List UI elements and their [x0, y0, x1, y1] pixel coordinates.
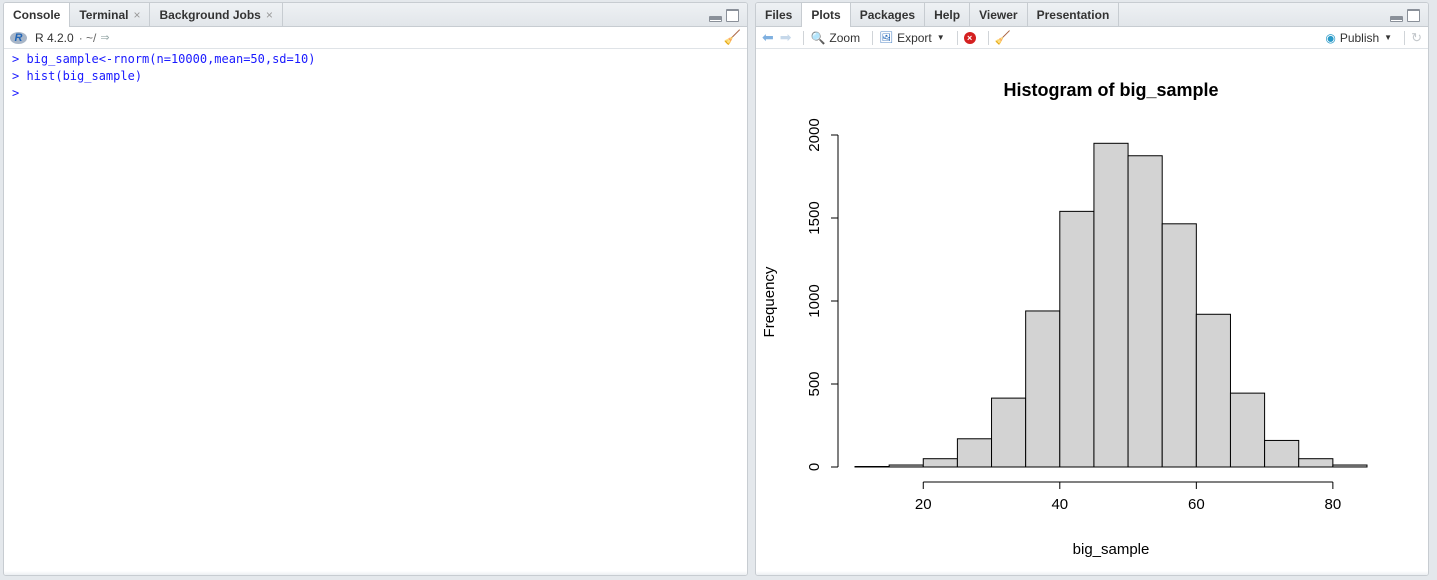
forward-arrow-icon[interactable]: ➡	[780, 29, 792, 46]
clear-console-broom-icon[interactable]: 🧹	[724, 29, 741, 46]
close-icon[interactable]: ×	[266, 8, 273, 22]
x-tick-label: 40	[1051, 496, 1068, 513]
tab-terminal[interactable]: Terminal ×	[70, 3, 151, 26]
publish-icon: ◉	[1325, 30, 1336, 45]
minimize-icon[interactable]	[1390, 16, 1403, 22]
x-tick-label: 80	[1325, 496, 1342, 513]
chart-title: Histogram of big_sample	[1003, 80, 1218, 100]
histogram-bar	[922, 458, 958, 468]
back-arrow-icon[interactable]: ⬅	[762, 29, 774, 46]
histogram-bar	[1264, 439, 1300, 468]
viewer-tabbar: Files Plots Packages Help Viewer Present…	[756, 3, 1428, 27]
histogram-bar	[1127, 155, 1163, 468]
publish-label: Publish	[1339, 30, 1380, 45]
console-line: > hist(big_sample)	[12, 69, 143, 83]
tab-presentation-label: Presentation	[1036, 7, 1110, 22]
tab-packages-label: Packages	[859, 7, 916, 22]
minimize-icon[interactable]	[709, 16, 722, 22]
tab-terminal-label: Terminal	[79, 7, 129, 22]
plots-toolbar: ⬅ ➡ 🔍 Zoom 🖼 Export ▼ × 🧹 ◉ Publish ▼ ↻	[756, 27, 1428, 49]
console-line: > big_sample<-rnorm(n=10000,mean=50,sd=1…	[12, 52, 316, 66]
remove-plot-icon: ×	[963, 31, 976, 44]
plot-area: Histogram of big_sample Frequency big_sa…	[756, 50, 1428, 575]
console-window-controls	[709, 9, 739, 22]
histogram-bar	[1093, 142, 1129, 468]
chevron-down-icon: ▼	[936, 33, 945, 42]
tab-console-label: Console	[13, 8, 61, 22]
tab-background-jobs-label: Background Jobs	[159, 7, 261, 22]
histogram-bar	[1298, 458, 1334, 468]
tab-background-jobs[interactable]: Background Jobs ×	[150, 3, 283, 26]
histogram-bars	[854, 142, 1368, 468]
y-tick-label: 2000	[806, 118, 823, 151]
working-directory: · ~/	[78, 30, 97, 45]
maximize-icon[interactable]	[726, 9, 739, 22]
close-icon[interactable]: ×	[133, 8, 140, 22]
zoom-button[interactable]: 🔍 Zoom	[810, 31, 860, 45]
tab-help[interactable]: Help	[925, 3, 971, 26]
x-axis: 20 40 60 80	[915, 481, 1342, 513]
zoom-label: Zoom	[829, 30, 861, 45]
console-bottom-edge	[4, 571, 747, 575]
tab-files-label: Files	[765, 7, 793, 22]
tab-packages[interactable]: Packages	[851, 3, 926, 26]
y-axis: 0 500 1000 1500 2000	[806, 118, 839, 471]
remove-plot-button[interactable]: ×	[963, 31, 976, 44]
histogram-bar	[1025, 310, 1061, 468]
toolbar-separator	[1404, 30, 1406, 45]
tab-viewer-label: Viewer	[979, 7, 1018, 22]
histogram-bar	[956, 438, 993, 468]
toolbar-separator	[987, 30, 989, 45]
export-label: Export	[897, 30, 932, 45]
export-button[interactable]: 🖼 Export ▼	[879, 31, 945, 45]
console-output[interactable]: > big_sample<-rnorm(n=10000,mean=50,sd=1…	[4, 49, 747, 104]
console-tabbar: Console Terminal × Background Jobs ×	[4, 3, 747, 27]
histogram-bar	[1059, 210, 1095, 468]
console-prompt[interactable]: >	[12, 85, 739, 102]
tab-plots[interactable]: Plots	[802, 3, 851, 27]
go-to-directory-icon[interactable]: ⇒	[100, 31, 109, 44]
clear-plots-broom-icon[interactable]: 🧹	[995, 30, 1011, 46]
plots-bottom-edge	[756, 571, 1428, 575]
tab-plots-label: Plots	[811, 8, 841, 22]
y-tick-label: 500	[806, 371, 823, 396]
x-axis-label: big_sample	[1073, 541, 1150, 558]
histogram-bar	[854, 466, 890, 468]
plots-pane: Files Plots Packages Help Viewer Present…	[755, 2, 1429, 576]
tab-files[interactable]: Files	[756, 3, 803, 26]
zoom-magnifier-icon: 🔍	[810, 30, 826, 45]
y-tick-label: 1000	[806, 284, 823, 317]
histogram-bar	[1195, 313, 1231, 468]
plots-window-controls	[1390, 9, 1420, 22]
histogram-bar	[1332, 464, 1368, 468]
r-logo-icon: R	[10, 31, 27, 44]
console-toolbar: R R 4.2.0 · ~/ ⇒ 🧹	[4, 27, 747, 49]
tab-presentation[interactable]: Presentation	[1028, 3, 1120, 26]
y-axis-label: Frequency	[761, 266, 778, 337]
x-tick-label: 60	[1188, 496, 1205, 513]
x-tick-label: 20	[915, 496, 932, 513]
publish-button[interactable]: ◉ Publish ▼	[1325, 31, 1392, 45]
toolbar-separator	[872, 30, 874, 45]
toolbar-separator	[956, 30, 958, 45]
histogram-bar	[991, 397, 1027, 468]
toolbar-separator	[803, 30, 805, 45]
refresh-icon[interactable]: ↻	[1411, 30, 1422, 46]
console-pane: Console Terminal × Background Jobs × R R…	[3, 2, 748, 576]
y-tick-label: 0	[806, 463, 823, 471]
histogram-bar	[1161, 223, 1197, 468]
export-image-icon: 🖼	[879, 32, 894, 44]
chevron-down-icon: ▼	[1384, 33, 1393, 42]
tab-help-label: Help	[934, 7, 961, 22]
maximize-icon[interactable]	[1407, 9, 1420, 22]
tab-viewer[interactable]: Viewer	[970, 3, 1028, 26]
r-version: R 4.2.0	[35, 30, 74, 45]
histogram-chart: Histogram of big_sample Frequency big_sa…	[761, 80, 1368, 558]
y-tick-label: 1500	[806, 201, 823, 234]
histogram-bar	[1229, 392, 1266, 468]
tab-console[interactable]: Console	[4, 3, 71, 27]
histogram-bar	[888, 464, 924, 468]
